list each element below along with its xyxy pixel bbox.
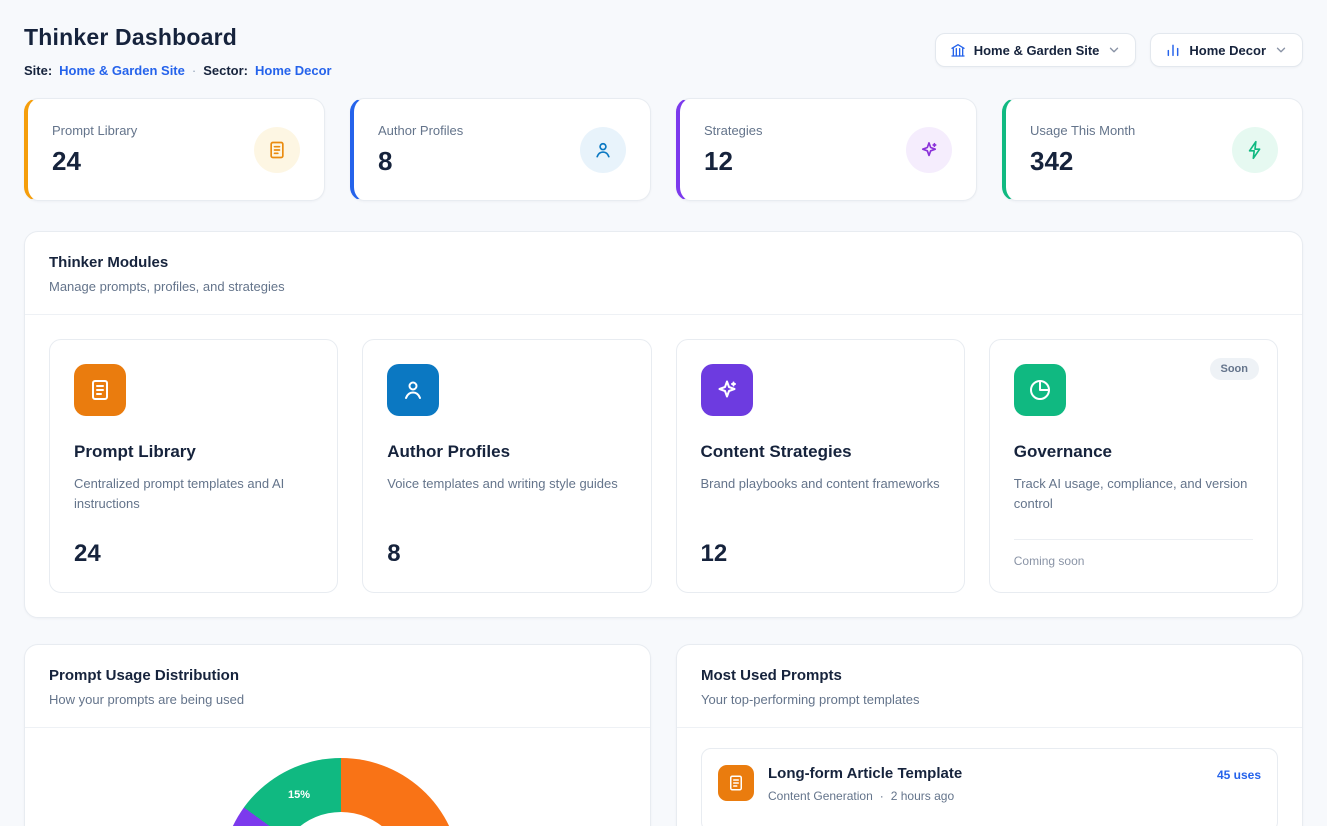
module-card-content-strategies[interactable]: Content Strategies Brand playbooks and c… (676, 339, 965, 593)
pie-chart-icon (1014, 364, 1066, 416)
stat-card-prompt-library: Prompt Library 24 (24, 98, 325, 201)
header-controls: Home & Garden Site Home Decor (935, 33, 1303, 67)
soon-badge: Soon (1210, 358, 1260, 380)
thinker-modules-panel: Thinker Modules Manage prompts, profiles… (24, 231, 1303, 618)
bottom-row: Prompt Usage Distribution How your promp… (24, 644, 1303, 826)
prompts-head: Most Used Prompts Your top-performing pr… (677, 645, 1302, 727)
modules-subtitle: Manage prompts, profiles, and strategies (49, 279, 1278, 294)
stat-label: Usage This Month (1030, 123, 1135, 138)
module-title: Prompt Library (74, 442, 313, 462)
divider (25, 727, 650, 728)
stat-label: Strategies (704, 123, 763, 138)
user-icon (387, 364, 439, 416)
module-title: Author Profiles (387, 442, 626, 462)
topbar: Thinker Dashboard Site: Home & Garden Si… (24, 24, 1303, 78)
stat-value: 24 (52, 146, 137, 177)
stat-card-author-profiles: Author Profiles 8 (350, 98, 651, 201)
chart-head: Prompt Usage Distribution How your promp… (25, 645, 650, 727)
sector-link[interactable]: Home Decor (255, 63, 332, 78)
prompt-uses-badge: 45 uses (1217, 765, 1261, 782)
prompt-item-meta: Content Generation · 2 hours ago (768, 789, 962, 803)
stat-card-usage: Usage This Month 342 (1002, 98, 1303, 201)
most-used-prompts-card: Most Used Prompts Your top-performing pr… (676, 644, 1303, 826)
sector-selector-dropdown[interactable]: Home Decor (1150, 33, 1303, 67)
prompt-item-text: Long-form Article Template Content Gener… (768, 765, 962, 803)
list-item[interactable]: Long-form Article Template Content Gener… (701, 748, 1278, 826)
module-description: Voice templates and writing style guides (387, 474, 626, 494)
stat-value: 12 (704, 146, 763, 177)
sparkle-icon (701, 364, 753, 416)
chevron-down-icon (1274, 43, 1288, 57)
prompt-category: Content Generation (768, 789, 873, 803)
module-value: 12 (701, 540, 940, 568)
stat-text: Strategies 12 (704, 123, 763, 177)
stat-label: Author Profiles (378, 123, 463, 138)
stat-text: Author Profiles 8 (378, 123, 463, 177)
donut-chart-wrap: 15% (221, 758, 461, 826)
site-link[interactable]: Home & Garden Site (59, 63, 185, 78)
site-selector-label: Home & Garden Site (974, 43, 1100, 58)
page-title: Thinker Dashboard (24, 24, 332, 51)
prompts-title: Most Used Prompts (701, 667, 1278, 684)
sector-selector-label: Home Decor (1189, 43, 1266, 58)
usage-distribution-card: Prompt Usage Distribution How your promp… (24, 644, 651, 826)
meta-dot: · (880, 789, 884, 803)
chart-subtitle: How your prompts are being used (49, 692, 626, 707)
chart-title: Prompt Usage Distribution (49, 667, 626, 684)
stat-card-strategies: Strategies 12 (676, 98, 977, 201)
lightning-icon (1232, 127, 1278, 173)
stat-text: Prompt Library 24 (52, 123, 137, 177)
document-icon (74, 364, 126, 416)
sector-label: Sector: (203, 63, 248, 78)
module-value: 8 (387, 540, 626, 568)
module-title: Governance (1014, 442, 1253, 462)
module-value: 24 (74, 540, 313, 568)
module-description: Track AI usage, compliance, and version … (1014, 474, 1253, 514)
stat-text: Usage This Month 342 (1030, 123, 1135, 177)
stat-value: 342 (1030, 146, 1135, 177)
building-icon (950, 42, 966, 58)
document-icon (254, 127, 300, 173)
module-description: Centralized prompt templates and AI inst… (74, 474, 313, 514)
stats-row: Prompt Library 24 Author Profiles 8 Stra… (24, 98, 1303, 201)
user-icon (580, 127, 626, 173)
modules-grid: Prompt Library Centralized prompt templa… (25, 315, 1302, 617)
chevron-down-icon (1107, 43, 1121, 57)
modules-head: Thinker Modules Manage prompts, profiles… (25, 232, 1302, 314)
breadcrumb: Site: Home & Garden Site · Sector: Home … (24, 63, 332, 78)
donut-segment-label: 15% (288, 789, 310, 801)
prompt-list: Long-form Article Template Content Gener… (677, 728, 1302, 826)
sparkle-icon (906, 127, 952, 173)
stat-label: Prompt Library (52, 123, 137, 138)
module-title: Content Strategies (701, 442, 940, 462)
module-description: Brand playbooks and content frameworks (701, 474, 940, 494)
heading-block: Thinker Dashboard Site: Home & Garden Si… (24, 24, 332, 78)
prompts-subtitle: Your top-performing prompt templates (701, 692, 1278, 707)
meta-dot: · (192, 63, 196, 78)
usage-donut (221, 758, 461, 826)
module-card-governance[interactable]: Soon Governance Track AI usage, complian… (989, 339, 1278, 593)
stat-value: 8 (378, 146, 463, 177)
document-icon (718, 765, 754, 801)
site-selector-dropdown[interactable]: Home & Garden Site (935, 33, 1137, 67)
prompt-time: 2 hours ago (891, 789, 954, 803)
module-footer: Coming soon (1014, 539, 1253, 568)
module-card-author-profiles[interactable]: Author Profiles Voice templates and writ… (362, 339, 651, 593)
site-label: Site: (24, 63, 52, 78)
bar-chart-icon (1165, 42, 1181, 58)
module-card-prompt-library[interactable]: Prompt Library Centralized prompt templa… (49, 339, 338, 593)
prompt-item-title: Long-form Article Template (768, 765, 962, 782)
modules-title: Thinker Modules (49, 254, 1278, 271)
